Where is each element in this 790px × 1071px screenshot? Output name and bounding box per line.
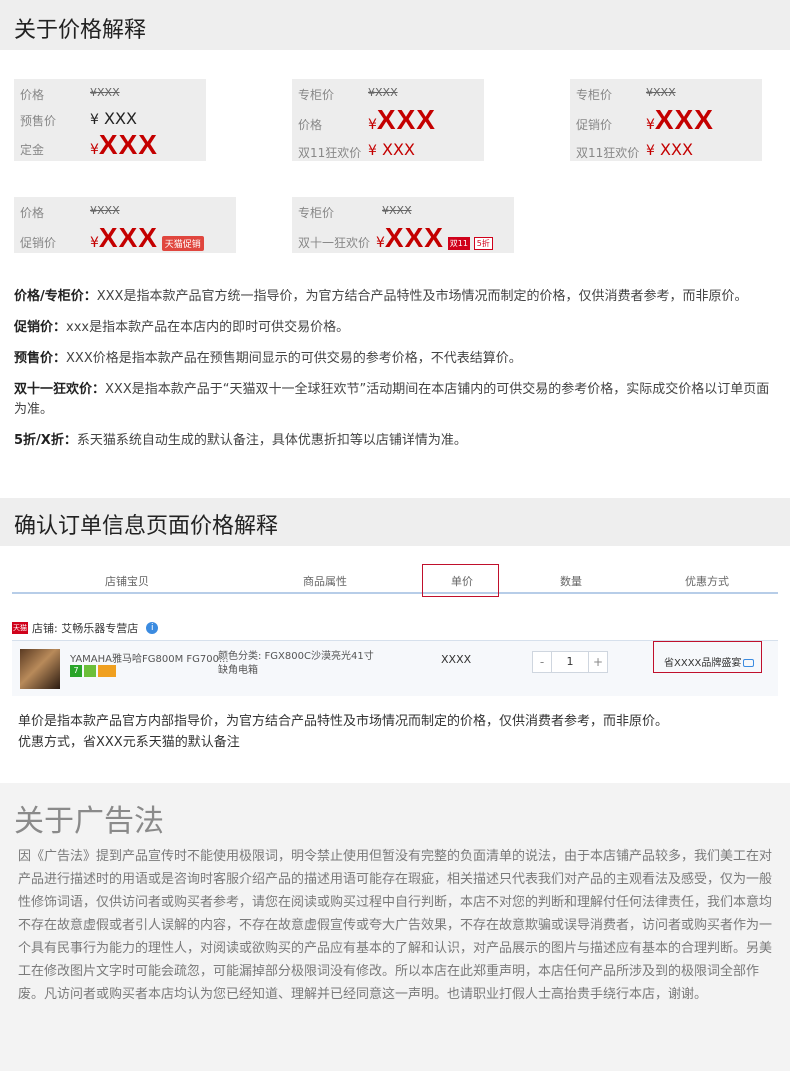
presale-price: XXX <box>104 109 137 128</box>
counter-price: ¥XXX <box>646 86 676 99</box>
increase-button[interactable]: + <box>589 652 607 672</box>
attr-color: 颜色分类: FGX800C沙漠亮光41寸 <box>218 651 374 662</box>
yen-symbol: ¥ <box>368 143 377 159</box>
price-label: 价格 <box>20 88 45 102</box>
unit-price-highlight <box>422 564 499 597</box>
order-table-header: 店铺宝贝 商品属性 单价 数量 优惠方式 <box>12 564 778 594</box>
yen-symbol: ¥ <box>90 235 99 251</box>
order-price-header: 确认订单信息页面价格解释 <box>0 498 790 546</box>
definition-item: 价格/专柜价：XXX是指本款产品官方统一指导价，为官方结合产品特性及市场情况而制… <box>14 287 774 307</box>
definition-term: 预售价： <box>14 351 67 366</box>
attr-extra: 缺角电箱 <box>218 665 258 676</box>
ad-law-title: 关于广告法 <box>14 804 164 839</box>
definition-term: 价格/专柜价： <box>14 289 97 304</box>
yen-symbol: ¥ <box>90 112 99 128</box>
decrease-button[interactable]: - <box>533 652 551 672</box>
discount-highlight <box>653 641 762 673</box>
ad-law-section: 关于广告法 因《广告法》提到产品宣传时不能使用极限词，明令禁止使用但暂没有完整的… <box>0 783 790 1071</box>
double11-label: 双十一狂欢价 <box>298 236 371 250</box>
presale-label: 预售价 <box>20 114 57 128</box>
double11-label: 双11狂欢价 <box>298 146 362 160</box>
price-card-presale: 价格 ¥XXX 预售价 ¥ XXX 定金 ¥XXX <box>14 79 206 161</box>
yen-symbol: ¥ <box>646 143 655 159</box>
service-icons: 7 <box>70 665 116 677</box>
info-icon[interactable]: i <box>146 622 159 634</box>
counter-price: ¥XXX <box>368 86 398 99</box>
unit-price: XXXX <box>441 653 472 666</box>
counter-price-label: 专柜价 <box>298 206 335 220</box>
price-label: 价格 <box>20 206 45 220</box>
order-price-note: 单价是指本款产品官方内部指导价，为官方结合产品特性及市场情况而制定的价格，仅供消… <box>18 711 778 753</box>
current-price: XXX <box>376 104 436 135</box>
credit-card-icon <box>98 665 116 677</box>
price-card-tmall-promo: 价格 ¥XXX 促销价 ¥XXX 天猫促销 <box>14 197 236 253</box>
yen-symbol: ¥ <box>368 117 377 133</box>
price-label: 价格 <box>298 118 323 132</box>
deposit-price: XXX <box>98 129 158 160</box>
product-thumbnail[interactable] <box>20 649 60 689</box>
product-name[interactable]: YAMAHA雅马哈FG800M FG700... <box>70 650 229 665</box>
definition-text: XXX是指本款产品官方统一指导价，为官方结合产品特性及市场情况而制定的价格，仅供… <box>96 289 748 304</box>
col-shop-item: 店铺宝贝 <box>105 575 149 588</box>
definition-term: 双十一狂欢价： <box>14 382 106 397</box>
definition-text: 系天猫系统自动生成的默认备注，具体优惠折扣等以店铺详情为准。 <box>76 433 467 448</box>
ad-law-text: 因《广告法》提到产品宣传时不能使用极限词，明令禁止使用但暂没有完整的负面清单的说… <box>18 849 773 1002</box>
definition-text: xxx是指本款产品在本店内的即时可供交易价格。 <box>66 320 350 335</box>
discount-tag: 5折 <box>473 237 493 250</box>
col-discount: 优惠方式 <box>685 575 729 588</box>
double11-label: 双11狂欢价 <box>576 146 640 160</box>
promo-price: XXX <box>98 222 158 253</box>
promo-price: XXX <box>654 104 714 135</box>
double11-price: XXX <box>660 140 693 159</box>
seven-day-return-icon: 7 <box>70 665 82 677</box>
tmall-promo-tag: 天猫促销 <box>161 236 204 251</box>
double11-price: XXX <box>382 140 415 159</box>
note-line: 单价是指本款产品官方内部指导价，为官方结合产品特性及市场情况而制定的价格，仅供消… <box>18 714 669 729</box>
price-card-promo: 专柜价 ¥XXX 促销价 ¥XXX 双11狂欢价 ¥ XXX <box>570 79 762 161</box>
quantity-input[interactable]: 1 <box>551 652 589 672</box>
definition-item: 5折/X折：系天猫系统自动生成的默认备注，具体优惠折扣等以店铺详情为准。 <box>14 431 774 451</box>
promo-label: 促销价 <box>576 118 613 132</box>
tmall-logo-icon: 天猫 <box>12 622 28 634</box>
deposit-label: 定金 <box>20 143 45 157</box>
section-title: 确认订单信息页面价格解释 <box>14 514 279 539</box>
original-price: ¥XXX <box>90 86 120 99</box>
yen-symbol: ¥ <box>90 142 99 158</box>
definition-term: 促销价： <box>14 320 67 335</box>
note-line: 优惠方式，省XXX元系天猫的默认备注 <box>18 735 240 750</box>
shop-line: 天猫 店铺: 艾畅乐器专营店 i <box>12 620 159 636</box>
col-quantity: 数量 <box>560 575 582 588</box>
col-attributes: 商品属性 <box>303 575 347 588</box>
price-explanation-header: 关于价格解释 <box>0 0 790 50</box>
promo-label: 促销价 <box>20 236 57 250</box>
definition-text: XXX价格是指本款产品在预售期间显示的可供交易的参考价格，不代表结算价。 <box>66 351 522 366</box>
yen-symbol: ¥ <box>376 235 385 251</box>
double11-tag: 双11 <box>447 237 470 250</box>
price-card-counter: 专柜价 ¥XXX 价格 ¥XXX 双11狂欢价 ¥ XXX <box>292 79 484 161</box>
definition-item: 双十一狂欢价：XXX是指本款产品于“天猫双十一全球狂欢节”活动期间在本店铺内的可… <box>14 380 774 420</box>
counter-price-label: 专柜价 <box>576 88 613 102</box>
definition-item: 预售价：XXX价格是指本款产品在预售期间显示的可供交易的参考价格，不代表结算价。 <box>14 349 774 369</box>
double11-price: XXX <box>384 222 444 253</box>
price-definitions: 价格/专柜价：XXX是指本款产品官方统一指导价，为官方结合产品特性及市场情况而制… <box>14 287 774 462</box>
guarantee-icon <box>84 665 96 677</box>
shop-name[interactable]: 店铺: 艾畅乐器专营店 <box>32 620 138 636</box>
yen-symbol: ¥ <box>646 117 655 133</box>
product-attributes: 颜色分类: FGX800C沙漠亮光41寸 缺角电箱 <box>218 650 374 678</box>
original-price: ¥XXX <box>90 204 120 217</box>
counter-price-label: 专柜价 <box>298 88 335 102</box>
definition-text: XXX是指本款产品于“天猫双十一全球狂欢节”活动期间在本店铺内的可供交易的参考价… <box>14 382 770 417</box>
price-card-double11: 专柜价 ¥XXX 双十一狂欢价 ¥XXX 双11 5折 <box>292 197 514 253</box>
counter-price: ¥XXX <box>382 204 412 217</box>
section-title: 关于价格解释 <box>14 18 147 43</box>
definition-item: 促销价：xxx是指本款产品在本店内的即时可供交易价格。 <box>14 318 774 338</box>
definition-term: 5折/X折： <box>14 433 77 448</box>
quantity-stepper: - 1 + <box>532 651 608 673</box>
